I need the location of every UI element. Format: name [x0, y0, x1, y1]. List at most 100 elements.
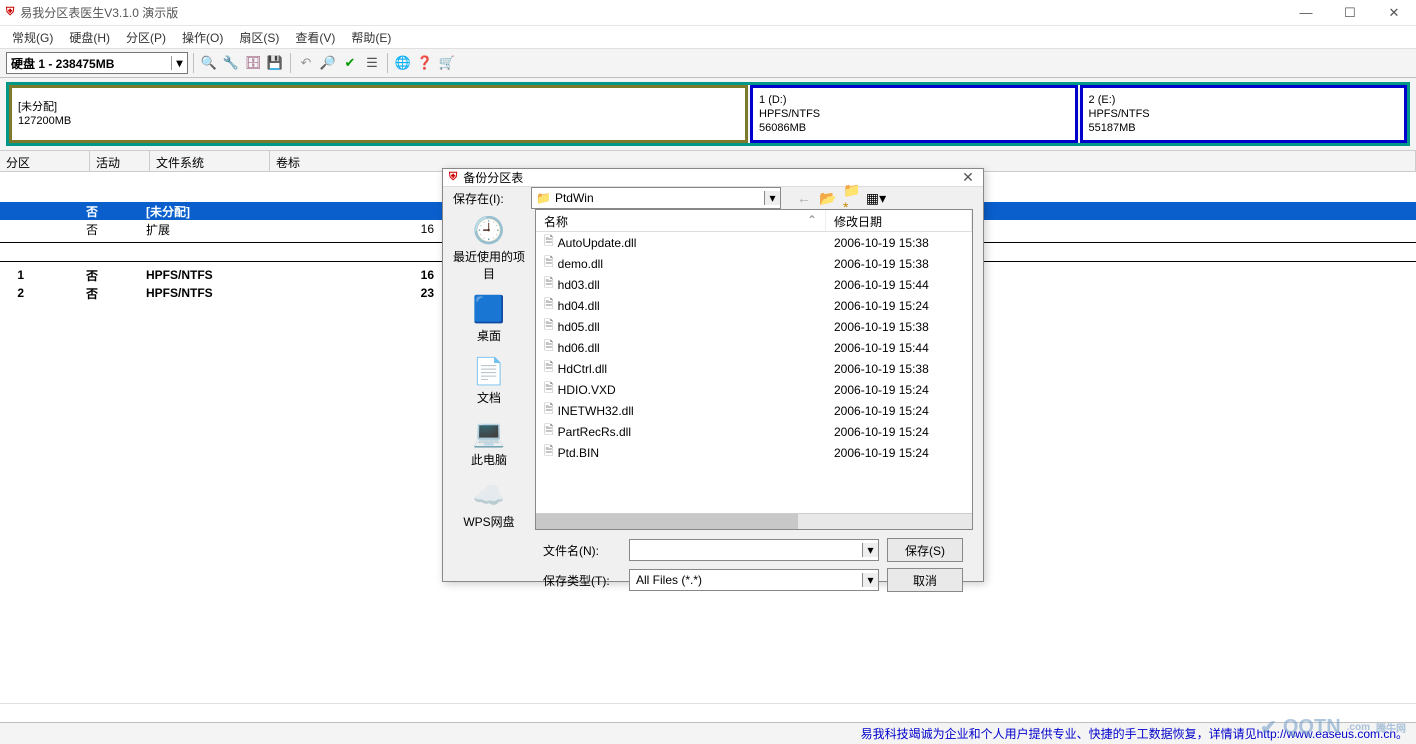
- menu-view[interactable]: 查看(V): [289, 27, 341, 48]
- disk-map: [未分配]127200MB1 (D:)HPFS/NTFS56086MB2 (E:…: [0, 78, 1416, 150]
- location-select[interactable]: 📁 PtdWin ▾: [531, 187, 781, 209]
- place-label: 文档: [477, 389, 501, 406]
- file-icon: 🗎: [544, 400, 554, 421]
- tool-db-icon[interactable]: 🗄: [243, 53, 263, 73]
- dialog-logo-icon: ⛨: [449, 171, 457, 184]
- location-value: PtdWin: [555, 191, 594, 205]
- status-link-text[interactable]: 易我科技竭诚为企业和个人用户提供专业、快捷的手工数据恢复，详情请见http://…: [861, 725, 1408, 742]
- save-dialog: ⛨ 备份分区表 ✕ 保存在(I): 📁 PtdWin ▾ ← 📂 📁* ▦▾ 🕘…: [442, 168, 984, 582]
- file-row[interactable]: 🗎PartRecRs.dll2006-10-19 15:24: [536, 421, 972, 442]
- tool-find-icon[interactable]: 🔎: [318, 53, 338, 73]
- close-button[interactable]: ✕: [1372, 0, 1416, 26]
- file-row[interactable]: 🗎AutoUpdate.dll2006-10-19 15:38: [536, 232, 972, 253]
- col-active[interactable]: 活动: [90, 151, 150, 171]
- file-icon: 🗎: [544, 442, 554, 463]
- tool-globe-icon[interactable]: 🌐: [393, 53, 413, 73]
- file-row[interactable]: 🗎INETWH32.dll2006-10-19 15:24: [536, 400, 972, 421]
- file-icon: 🗎: [544, 316, 554, 337]
- place-item[interactable]: ☁️ WPS网盘: [449, 480, 529, 530]
- filetype-label: 保存类型(T):: [543, 572, 621, 589]
- dropdown-icon: ▾: [764, 191, 780, 205]
- status-bar: 易我科技竭诚为企业和个人用户提供专业、快捷的手工数据恢复，详情请见http://…: [0, 722, 1416, 744]
- col-fs[interactable]: 文件系统: [150, 151, 270, 171]
- place-icon: ☁️: [473, 480, 505, 511]
- cancel-button[interactable]: 取消: [887, 568, 963, 592]
- dialog-bottom: 文件名(N): ▾ 保存(S) 保存类型(T): All Files (*.*)…: [443, 530, 983, 604]
- tool-save-icon[interactable]: 💾: [265, 53, 285, 73]
- filename-label: 文件名(N):: [543, 542, 621, 559]
- menu-disk[interactable]: 硬盘(H): [63, 27, 116, 48]
- place-item[interactable]: 💻 此电脑: [449, 418, 529, 468]
- col-partition[interactable]: 分区: [0, 151, 90, 171]
- disk-segment[interactable]: 1 (D:)HPFS/NTFS56086MB: [750, 85, 1078, 143]
- dialog-title: 备份分区表: [463, 169, 523, 186]
- dialog-titlebar: ⛨ 备份分区表 ✕: [443, 169, 983, 187]
- minimize-button[interactable]: —: [1284, 0, 1328, 26]
- tool-search-icon[interactable]: 🔍: [199, 53, 219, 73]
- up-folder-icon[interactable]: 📂: [819, 189, 837, 207]
- places-bar: 🕘最近使用的项目 🟦 桌面 📄文档 💻 此电脑 ☁️ WPS网盘: [443, 209, 535, 530]
- menu-operation[interactable]: 操作(O): [176, 27, 229, 48]
- tool-undo-icon: ↶: [296, 53, 316, 73]
- place-item[interactable]: 📄文档: [449, 356, 529, 406]
- file-icon: 🗎: [544, 358, 554, 379]
- place-icon: 🕘: [473, 215, 505, 246]
- file-row[interactable]: 🗎HdCtrl.dll2006-10-19 15:38: [536, 358, 972, 379]
- menubar: 常规(G) 硬盘(H) 分区(P) 操作(O) 扇区(S) 查看(V) 帮助(E…: [0, 26, 1416, 48]
- file-icon: 🗎: [544, 253, 554, 274]
- dialog-toolbar: 保存在(I): 📁 PtdWin ▾ ← 📂 📁* ▦▾: [443, 187, 983, 209]
- maximize-button[interactable]: ☐: [1328, 0, 1372, 26]
- file-row[interactable]: 🗎demo.dll2006-10-19 15:38: [536, 253, 972, 274]
- col-date[interactable]: 修改日期: [826, 210, 972, 231]
- file-icon: 🗎: [544, 421, 554, 442]
- dropdown-icon: ▾: [862, 543, 878, 557]
- file-icon: 🗎: [544, 274, 554, 295]
- menu-general[interactable]: 常规(G): [6, 27, 59, 48]
- new-folder-icon[interactable]: 📁*: [843, 189, 861, 207]
- horizontal-scrollbar[interactable]: [536, 513, 972, 529]
- file-icon: 🗎: [544, 232, 554, 253]
- file-icon: 🗎: [544, 295, 554, 316]
- place-label: 此电脑: [471, 451, 507, 468]
- tool-cart-icon[interactable]: 🛒: [437, 53, 457, 73]
- filetype-select[interactable]: All Files (*.*)▾: [629, 569, 879, 591]
- filename-input[interactable]: ▾: [629, 539, 879, 561]
- place-label: WPS网盘: [463, 513, 514, 530]
- tool-list-icon[interactable]: ☰: [362, 53, 382, 73]
- tool-wrench-icon[interactable]: 🔧: [221, 53, 241, 73]
- menu-sector[interactable]: 扇区(S): [233, 27, 285, 48]
- dialog-close-button[interactable]: ✕: [953, 169, 983, 186]
- titlebar: ⛨ 易我分区表医生V3.1.0 演示版 — ☐ ✕: [0, 0, 1416, 26]
- window-controls: — ☐ ✕: [1284, 0, 1416, 26]
- view-mode-icon[interactable]: ▦▾: [867, 189, 885, 207]
- file-row[interactable]: 🗎HDIO.VXD2006-10-19 15:24: [536, 379, 972, 400]
- file-row[interactable]: 🗎hd06.dll2006-10-19 15:44: [536, 337, 972, 358]
- menu-help[interactable]: 帮助(E): [345, 27, 397, 48]
- back-icon: ←: [795, 189, 813, 207]
- disk-segment[interactable]: [未分配]127200MB: [9, 85, 748, 143]
- sort-icon: ⌃: [807, 213, 817, 227]
- place-item[interactable]: 🕘最近使用的项目: [449, 215, 529, 282]
- place-item[interactable]: 🟦 桌面: [449, 294, 529, 344]
- place-label: 桌面: [477, 327, 501, 344]
- file-list-header: 名称 ⌃ 修改日期: [536, 210, 972, 232]
- disk-selector-label: 硬盘 1 - 238475MB: [11, 55, 114, 72]
- disk-segment[interactable]: 2 (E:)HPFS/NTFS55187MB: [1080, 85, 1408, 143]
- file-row[interactable]: 🗎hd05.dll2006-10-19 15:38: [536, 316, 972, 337]
- save-in-label: 保存在(I):: [453, 190, 523, 207]
- tool-check-icon[interactable]: ✔: [340, 53, 360, 73]
- window-title: 易我分区表医生V3.1.0 演示版: [20, 4, 178, 21]
- file-list: 名称 ⌃ 修改日期 🗎AutoUpdate.dll2006-10-19 15:3…: [535, 209, 973, 530]
- menu-partition[interactable]: 分区(P): [120, 27, 172, 48]
- disk-selector[interactable]: 硬盘 1 - 238475MB ▾: [6, 52, 188, 74]
- place-icon: 💻: [473, 418, 505, 449]
- app-logo-icon: ⛨: [6, 6, 14, 19]
- file-row[interactable]: 🗎hd03.dll2006-10-19 15:44: [536, 274, 972, 295]
- dropdown-icon: ▾: [862, 573, 878, 587]
- col-name[interactable]: 名称 ⌃: [536, 210, 826, 231]
- place-icon: 🟦: [473, 294, 505, 325]
- file-row[interactable]: 🗎hd04.dll2006-10-19 15:24: [536, 295, 972, 316]
- save-button[interactable]: 保存(S): [887, 538, 963, 562]
- tool-help-icon[interactable]: ❓: [415, 53, 435, 73]
- file-row[interactable]: 🗎Ptd.BIN2006-10-19 15:24: [536, 442, 972, 463]
